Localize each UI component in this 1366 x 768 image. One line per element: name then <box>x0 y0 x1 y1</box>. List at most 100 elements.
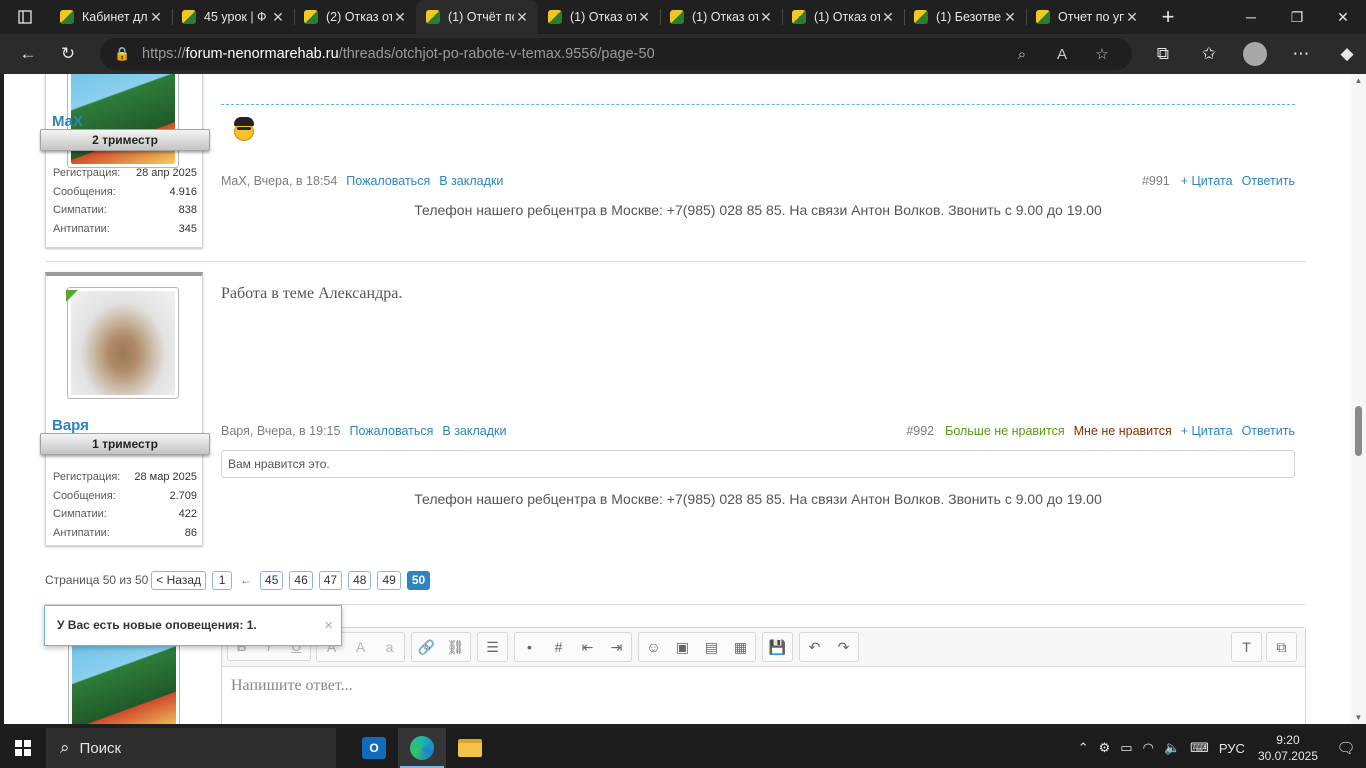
notifications-icon[interactable]: 🗨 <box>1326 739 1366 757</box>
report-link[interactable]: Пожаловаться <box>346 174 430 188</box>
tab-close-icon[interactable]: ✕ <box>880 9 896 26</box>
browser-tab-active[interactable]: (1) Отчёт по ✕ <box>416 0 538 34</box>
browser-tab[interactable]: Кабинет для ✕ <box>50 0 172 34</box>
indent-icon[interactable]: ⇥ <box>602 633 631 661</box>
tab-close-icon[interactable]: ✕ <box>392 9 408 26</box>
font-size-icon[interactable]: A <box>346 633 375 661</box>
tab-close-icon[interactable]: ✕ <box>1002 9 1018 26</box>
tab-close-icon[interactable]: ✕ <box>148 9 164 26</box>
taskbar-outlook[interactable]: O <box>350 728 398 768</box>
clock[interactable]: 9:20 30.07.2025 <box>1250 732 1326 764</box>
keyboard-icon[interactable]: ⌨ <box>1185 740 1214 756</box>
url-text[interactable]: https://forum-nenormarehab.ru/threads/ot… <box>142 46 655 62</box>
bookmark-link[interactable]: В закладки <box>439 174 503 188</box>
tab-close-icon[interactable]: ✕ <box>1124 9 1140 26</box>
taskbar-edge[interactable] <box>398 728 446 768</box>
smilies-icon[interactable]: ☺ <box>639 633 668 661</box>
prev-page-button[interactable]: < Назад <box>151 570 207 590</box>
tray-overflow-icon[interactable]: ⌃ <box>1073 740 1094 756</box>
page-link[interactable]: 46 <box>289 570 313 590</box>
dislike-link[interactable]: Мне не нравится <box>1074 424 1172 438</box>
copilot-icon[interactable]: ◆ <box>1324 34 1366 74</box>
report-link[interactable]: Пожаловаться <box>349 424 433 438</box>
browser-tab[interactable]: (1) Отказ от ✕ <box>538 0 660 34</box>
zoom-icon[interactable]: ⌕ <box>1002 38 1042 70</box>
username-link[interactable]: Варя <box>52 417 89 434</box>
username-link[interactable]: MaX <box>52 113 83 130</box>
media-icon[interactable]: ▤ <box>697 633 726 661</box>
quote-link[interactable]: + Цитата <box>1181 424 1233 438</box>
image-icon[interactable]: ▣ <box>668 633 697 661</box>
save-draft-icon[interactable]: 💾 <box>763 633 792 661</box>
battery-icon[interactable]: ▭ <box>1115 740 1137 756</box>
page-scrollbar[interactable]: ▲ ▼ <box>1351 74 1366 724</box>
extensions-icon[interactable]: ⧉ <box>1140 34 1186 74</box>
unlink-icon[interactable]: ⛓ <box>441 633 470 661</box>
taskbar-search[interactable]: ⌕ Поиск <box>46 728 336 768</box>
reply-textarea[interactable]: Напишите ответ... <box>222 667 1305 705</box>
quote-link[interactable]: + Цитата <box>1181 174 1233 188</box>
profile-avatar-icon[interactable] <box>1243 42 1267 66</box>
undo-icon[interactable]: ↶ <box>800 633 829 661</box>
align-icon[interactable]: ☰ <box>478 633 507 661</box>
browser-tab[interactable]: 45 урок | Ф ✕ <box>172 0 294 34</box>
tab-close-icon[interactable]: ✕ <box>514 9 530 26</box>
alerts-notification-popup[interactable]: У Вас есть новые оповещения: 1. × <box>44 605 342 646</box>
page-link[interactable]: 48 <box>348 570 372 590</box>
reload-icon[interactable]: ↻ <box>48 34 88 74</box>
browser-tab[interactable]: (1) Безотве ✕ <box>904 0 1026 34</box>
remove-format-icon[interactable]: T <box>1232 633 1261 661</box>
browser-tab[interactable]: (1) Отказ от ✕ <box>782 0 904 34</box>
tab-close-icon[interactable]: ✕ <box>758 9 774 26</box>
page-jump-arrow[interactable]: ← <box>240 573 252 587</box>
browser-tab[interactable]: Отчет по уп ✕ <box>1026 0 1148 34</box>
unlike-link[interactable]: Больше не нравится <box>945 424 1065 438</box>
scroll-up-icon[interactable]: ▲ <box>1354 76 1363 85</box>
input-language[interactable]: РУС <box>1214 741 1250 756</box>
favorites-icon[interactable]: ✩ <box>1186 34 1232 74</box>
taskbar-explorer[interactable] <box>446 728 494 768</box>
tab-actions-icon[interactable] <box>0 0 50 34</box>
scrollbar-thumb[interactable] <box>1355 406 1362 456</box>
post-number-link[interactable]: #992 <box>906 424 934 438</box>
avatar[interactable] <box>68 634 180 724</box>
scroll-down-icon[interactable]: ▼ <box>1354 713 1363 722</box>
toggle-bbcode-icon[interactable]: ⧉ <box>1267 633 1296 661</box>
bookmark-link[interactable]: В закладки <box>442 424 506 438</box>
browser-tab[interactable]: (2) Отказ от ✕ <box>294 0 416 34</box>
restore-icon[interactable]: ❐ <box>1274 0 1320 34</box>
favorite-star-icon[interactable]: ☆ <box>1082 38 1122 70</box>
more-menu-icon[interactable]: ⋯ <box>1278 34 1324 74</box>
network-icon[interactable]: ◠ <box>1138 740 1159 756</box>
tab-close-icon[interactable]: ✕ <box>636 9 652 26</box>
page-link-first[interactable]: 1 <box>212 570 233 590</box>
page-link[interactable]: 47 <box>318 570 343 590</box>
start-button[interactable] <box>0 728 46 768</box>
tray-app-icon[interactable]: ⚙ <box>1094 740 1116 756</box>
page-link[interactable]: 45 <box>260 570 284 590</box>
volume-icon[interactable]: 🔈 <box>1159 740 1185 756</box>
minimize-icon[interactable]: ─ <box>1228 0 1274 34</box>
redo-icon[interactable]: ↷ <box>829 633 858 661</box>
font-family-icon[interactable]: a <box>375 633 404 661</box>
insert-icon[interactable]: ▦ <box>726 633 755 661</box>
bullet-list-icon[interactable]: • <box>515 633 544 661</box>
read-aloud-icon[interactable]: A <box>1042 38 1082 70</box>
outdent-icon[interactable]: ⇤ <box>573 633 602 661</box>
back-arrow-icon[interactable]: ← <box>8 34 48 74</box>
tab-close-icon[interactable]: ✕ <box>270 9 286 26</box>
reply-link[interactable]: Ответить <box>1242 174 1295 188</box>
post-number-link[interactable]: #991 <box>1142 174 1170 188</box>
browser-tab[interactable]: (1) Отказ от ✕ <box>660 0 782 34</box>
address-bar[interactable]: 🔒 https://forum-nenormarehab.ru/threads/… <box>100 38 1132 70</box>
new-tab-button[interactable]: + <box>1148 0 1188 34</box>
avatar[interactable] <box>67 74 179 168</box>
avatar[interactable] <box>67 287 179 399</box>
link-icon[interactable]: 🔗 <box>412 633 441 661</box>
page-link[interactable]: 49 <box>377 570 401 590</box>
reply-link[interactable]: Ответить <box>1242 424 1295 438</box>
numbered-list-icon[interactable]: # <box>544 633 573 661</box>
reply-editor: A A a 🔗 ⛓ ☰ • # ⇤ ⇥ ☺ ▣ ▤ ▦ 💾 ↶ ↷ T ⧉ На… <box>221 627 1306 724</box>
close-window-icon[interactable]: ✕ <box>1320 0 1366 34</box>
close-icon[interactable]: × <box>324 606 333 645</box>
